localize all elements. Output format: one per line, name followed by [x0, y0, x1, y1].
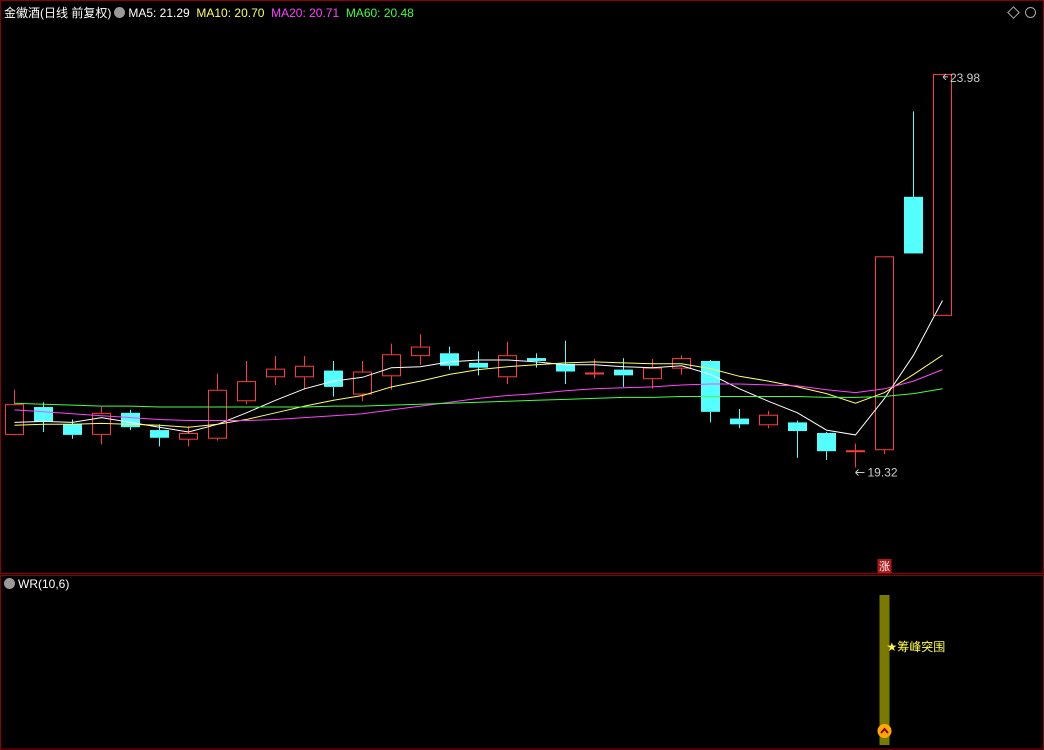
low-price-label: 19.32: [868, 466, 898, 480]
candle-body-up: [382, 354, 401, 377]
candle-body-up: [179, 432, 198, 440]
ma5-label: MA5: 21.29: [128, 6, 190, 20]
candle-body-down: [150, 430, 169, 438]
candle-body-down: [469, 362, 488, 368]
signal-label: ★筹峰突围: [887, 639, 946, 654]
candle-body-down: [614, 369, 633, 376]
candle-body-up: [846, 450, 865, 453]
candle-body-down: [121, 412, 140, 428]
stock-title: 金徽酒(日线 前复权): [4, 6, 112, 20]
candle-body-up: [759, 414, 778, 426]
candle-body-up: [411, 346, 430, 357]
signal-bar: [879, 595, 890, 745]
header-bar: 金徽酒(日线 前复权) MA5: 21.29 MA10: 20.70 MA20: …: [4, 6, 414, 20]
candle-body-up: [933, 73, 952, 316]
candle-body-up: [585, 372, 604, 375]
candle-body-down: [63, 424, 82, 435]
candle-body-up: [875, 256, 894, 451]
low-arrow-icon: [855, 469, 865, 476]
candle-body-down: [34, 407, 53, 422]
candle-body-down: [527, 358, 546, 361]
candle-body-down: [324, 370, 343, 387]
candle-body-up: [643, 367, 662, 380]
candle-body-down: [788, 422, 807, 432]
candle-body-up: [295, 365, 314, 378]
limit-up-badge-text: 涨: [879, 560, 890, 573]
chevron-down-icon[interactable]: [4, 578, 15, 589]
sub-panel-header: WR(10,6): [4, 577, 69, 591]
candle-body-up: [237, 381, 256, 402]
candle-body-down: [440, 353, 459, 366]
wr-label: WR(10,6): [18, 577, 70, 591]
candle-body-down: [730, 418, 749, 425]
candle-body-up: [208, 389, 227, 439]
candle-body-down: [904, 196, 923, 254]
ma10-label: MA10: 20.70: [196, 6, 265, 20]
signal-up-icon: [877, 724, 892, 738]
candle-body-down: [817, 432, 836, 452]
ma-line-ma20: [14, 369, 943, 421]
ma20-label: MA20: 20.71: [271, 6, 340, 20]
candle-body-up: [266, 368, 285, 378]
stock-chart[interactable]: 23.98 19.32 涨 ★筹峰突围: [0, 0, 1044, 750]
chevron-down-icon[interactable]: [114, 7, 126, 18]
ma60-label: MA60: 20.48: [345, 6, 414, 20]
circle-icon[interactable]: [1025, 7, 1036, 18]
candle-body-up: [5, 404, 24, 435]
high-price-label: 23.98: [950, 71, 980, 85]
